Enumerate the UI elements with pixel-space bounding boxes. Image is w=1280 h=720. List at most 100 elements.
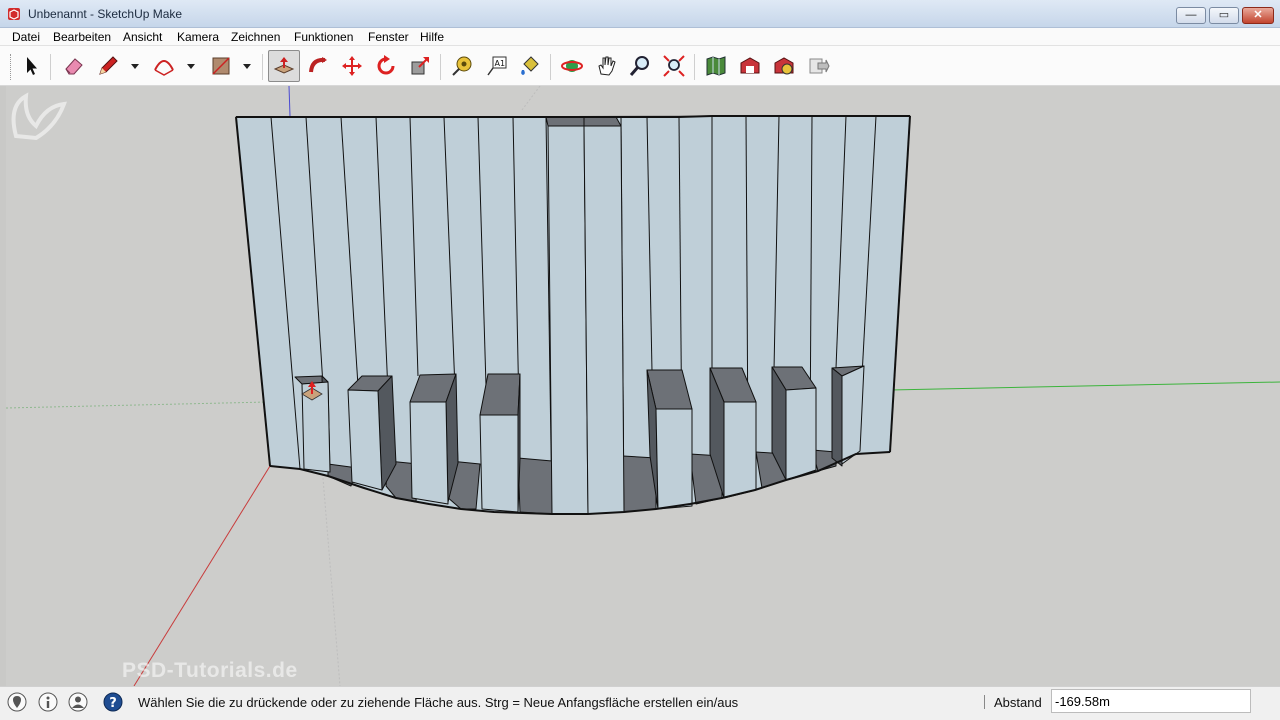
column-side-face[interactable]	[831, 367, 843, 467]
text-tool-button[interactable]: A1	[482, 52, 510, 80]
drawing-viewport[interactable]: PSD-Tutorials.de	[6, 86, 1280, 686]
credits-info-icon[interactable]	[38, 692, 58, 712]
measurement-separator	[984, 695, 985, 709]
geolocation-status-icon[interactable]	[7, 692, 27, 712]
select-tool-button[interactable]	[17, 52, 45, 80]
column-front-face[interactable]	[409, 401, 449, 505]
extension-warehouse-button[interactable]	[770, 52, 798, 80]
pencil-line-icon	[99, 56, 118, 75]
menu-datei[interactable]: Datei	[12, 30, 40, 44]
rotate-icon	[377, 55, 395, 75]
measurement-label: Abstand	[994, 695, 1042, 710]
raised-column-front-face[interactable]	[547, 125, 589, 515]
menu-ansicht[interactable]: Ansicht	[123, 30, 162, 44]
status-hint-text: Wählen Sie die zu drückende oder zu zieh…	[138, 695, 739, 710]
model-scene[interactable]	[6, 86, 1280, 686]
blue-axis-line	[288, 86, 291, 117]
arc-tool-button[interactable]	[150, 52, 178, 80]
menu-zeichnen[interactable]: Zeichnen	[231, 30, 280, 44]
raised-column-top-face[interactable]	[545, 116, 585, 127]
rectangle-tool-button[interactable]	[207, 52, 235, 80]
maximize-button[interactable]: ▭	[1209, 7, 1239, 24]
raised-column-front-face[interactable]	[583, 125, 625, 515]
help-question-icon[interactable]: ?	[103, 692, 123, 712]
toolbar-separator	[694, 54, 695, 80]
menu-fenster[interactable]: Fenster	[368, 30, 409, 44]
column-front-face[interactable]	[785, 387, 817, 481]
paint-bucket-icon	[521, 56, 539, 75]
zoom-icon	[629, 56, 649, 76]
follow-me-icon	[309, 57, 327, 73]
menu-bar: Datei Bearbeiten Ansicht Kamera Zeichnen…	[0, 28, 1280, 46]
green-axis-dotted-line	[6, 401, 269, 409]
eraser-tool-button[interactable]	[60, 52, 88, 80]
push-pull-tool-button[interactable]	[268, 50, 300, 82]
toolbar-separator	[550, 54, 551, 80]
toolbar-separator	[262, 54, 263, 80]
zoom-tool-button[interactable]	[626, 52, 654, 80]
red-axis-dotted-line	[321, 465, 341, 686]
add-location-button[interactable]	[702, 52, 730, 80]
column-front-face[interactable]	[347, 389, 383, 491]
svg-text:?: ?	[109, 696, 117, 711]
rectangle-shape-icon	[212, 57, 230, 75]
pencil-tool-button[interactable]	[94, 52, 122, 80]
push-pull-icon	[273, 57, 295, 74]
menu-funktionen[interactable]: Funktionen	[294, 30, 353, 44]
text-label-icon: A1	[487, 56, 507, 76]
tape-measure-tool-button[interactable]	[448, 52, 476, 80]
shape-dropdown-arrow-icon[interactable]	[242, 61, 252, 71]
status-bar: ? Wählen Sie die zu drückende oder zu zi…	[0, 686, 1280, 720]
toolbar-grip[interactable]	[10, 54, 13, 80]
toolbar-separator	[50, 54, 51, 80]
column-front-face[interactable]	[479, 414, 519, 513]
wall-top-edge	[236, 115, 910, 118]
recess-floor[interactable]	[517, 457, 553, 515]
watermark-text: PSD-Tutorials.de	[122, 659, 298, 682]
follow-me-tool-button[interactable]	[304, 52, 332, 80]
send-to-layout-button[interactable]	[804, 52, 832, 80]
scale-tool-button[interactable]	[406, 52, 434, 80]
red-axis-line	[133, 465, 271, 686]
eraser-icon	[65, 58, 83, 75]
warehouse-share-icon	[740, 57, 760, 74]
menu-kamera[interactable]: Kamera	[177, 30, 219, 44]
scale-offset-icon	[411, 57, 429, 75]
rotate-tool-button[interactable]	[372, 52, 400, 80]
layout-send-icon	[809, 58, 830, 74]
toolbar: A1	[0, 46, 1280, 86]
extruded-wall-model[interactable]	[235, 115, 911, 515]
column-front-face[interactable]	[723, 401, 757, 499]
tape-measure-icon	[452, 56, 472, 76]
zoom-extents-tool-button[interactable]	[660, 52, 688, 80]
orbit-icon	[561, 60, 583, 72]
minimize-button[interactable]: —	[1176, 7, 1206, 24]
user-account-icon[interactable]	[68, 692, 88, 712]
paint-bucket-tool-button[interactable]	[516, 52, 544, 80]
extension-warehouse-icon	[774, 57, 794, 75]
column-front-face[interactable]	[655, 408, 693, 510]
pencil-dropdown-arrow-icon[interactable]	[130, 61, 140, 71]
menu-bearbeiten[interactable]: Bearbeiten	[53, 30, 111, 44]
select-icon	[27, 57, 37, 75]
close-button[interactable]: ✕	[1242, 7, 1274, 24]
arc-icon	[154, 60, 174, 76]
3d-warehouse-button[interactable]	[736, 52, 764, 80]
arc-dropdown-arrow-icon[interactable]	[186, 61, 196, 71]
title-bar: Unbenannt - SketchUp Make — ▭ ✕	[0, 0, 1280, 28]
toolbar-separator	[440, 54, 441, 80]
move-icon	[342, 56, 362, 76]
window-title: Unbenannt - SketchUp Make	[28, 7, 183, 21]
green-axis-line	[889, 381, 1280, 391]
pan-tool-button[interactable]	[592, 52, 620, 80]
sketchup-app-icon[interactable]	[7, 7, 21, 21]
guide-dotted-line	[521, 86, 541, 111]
zoom-extents-icon	[663, 55, 685, 77]
move-tool-button[interactable]	[338, 52, 366, 80]
measurement-value-box[interactable]	[1051, 689, 1251, 713]
pan-hand-icon	[598, 56, 616, 76]
raised-column-top-face[interactable]	[583, 116, 622, 127]
psd-tutorials-logo-icon	[11, 92, 67, 141]
orbit-tool-button[interactable]	[558, 52, 586, 80]
menu-hilfe[interactable]: Hilfe	[420, 30, 444, 44]
